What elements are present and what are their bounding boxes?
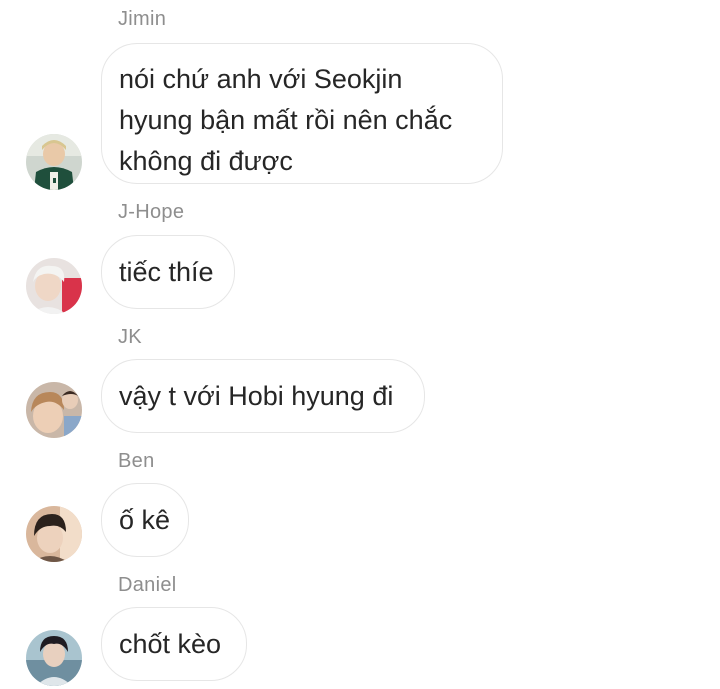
- message-bubble[interactable]: chốt kèo: [101, 607, 247, 681]
- avatar-icon[interactable]: [26, 382, 82, 438]
- sender-name: Daniel: [118, 574, 177, 596]
- avatar-icon[interactable]: [26, 630, 82, 686]
- sender-name: JK: [118, 326, 142, 348]
- avatar-icon[interactable]: [26, 134, 82, 190]
- avatar-icon[interactable]: [26, 258, 82, 314]
- message-bubble[interactable]: vậy t với Hobi hyung đi: [101, 359, 425, 433]
- message-bubble[interactable]: tiếc thíe: [101, 235, 235, 309]
- message-bubble[interactable]: nói chứ anh với Seokjin hyung bận mất rồ…: [101, 43, 503, 184]
- message-text: vậy t với Hobi hyung đi: [119, 381, 394, 411]
- sender-name: J-Hope: [118, 201, 185, 223]
- message-bubble[interactable]: ố kê: [101, 483, 189, 557]
- sender-name: Jimin: [118, 8, 167, 30]
- avatar-icon[interactable]: [26, 506, 82, 562]
- message-text: ố kê: [119, 505, 171, 535]
- chat-thread: Jimin nói chứ anh với Seokjin hyung bận …: [0, 0, 720, 689]
- message-text: nói chứ anh với Seokjin hyung bận mất rồ…: [119, 64, 453, 176]
- sender-name: Ben: [118, 450, 155, 472]
- message-text: chốt kèo: [119, 629, 222, 659]
- message-text: tiếc thíe: [119, 257, 214, 287]
